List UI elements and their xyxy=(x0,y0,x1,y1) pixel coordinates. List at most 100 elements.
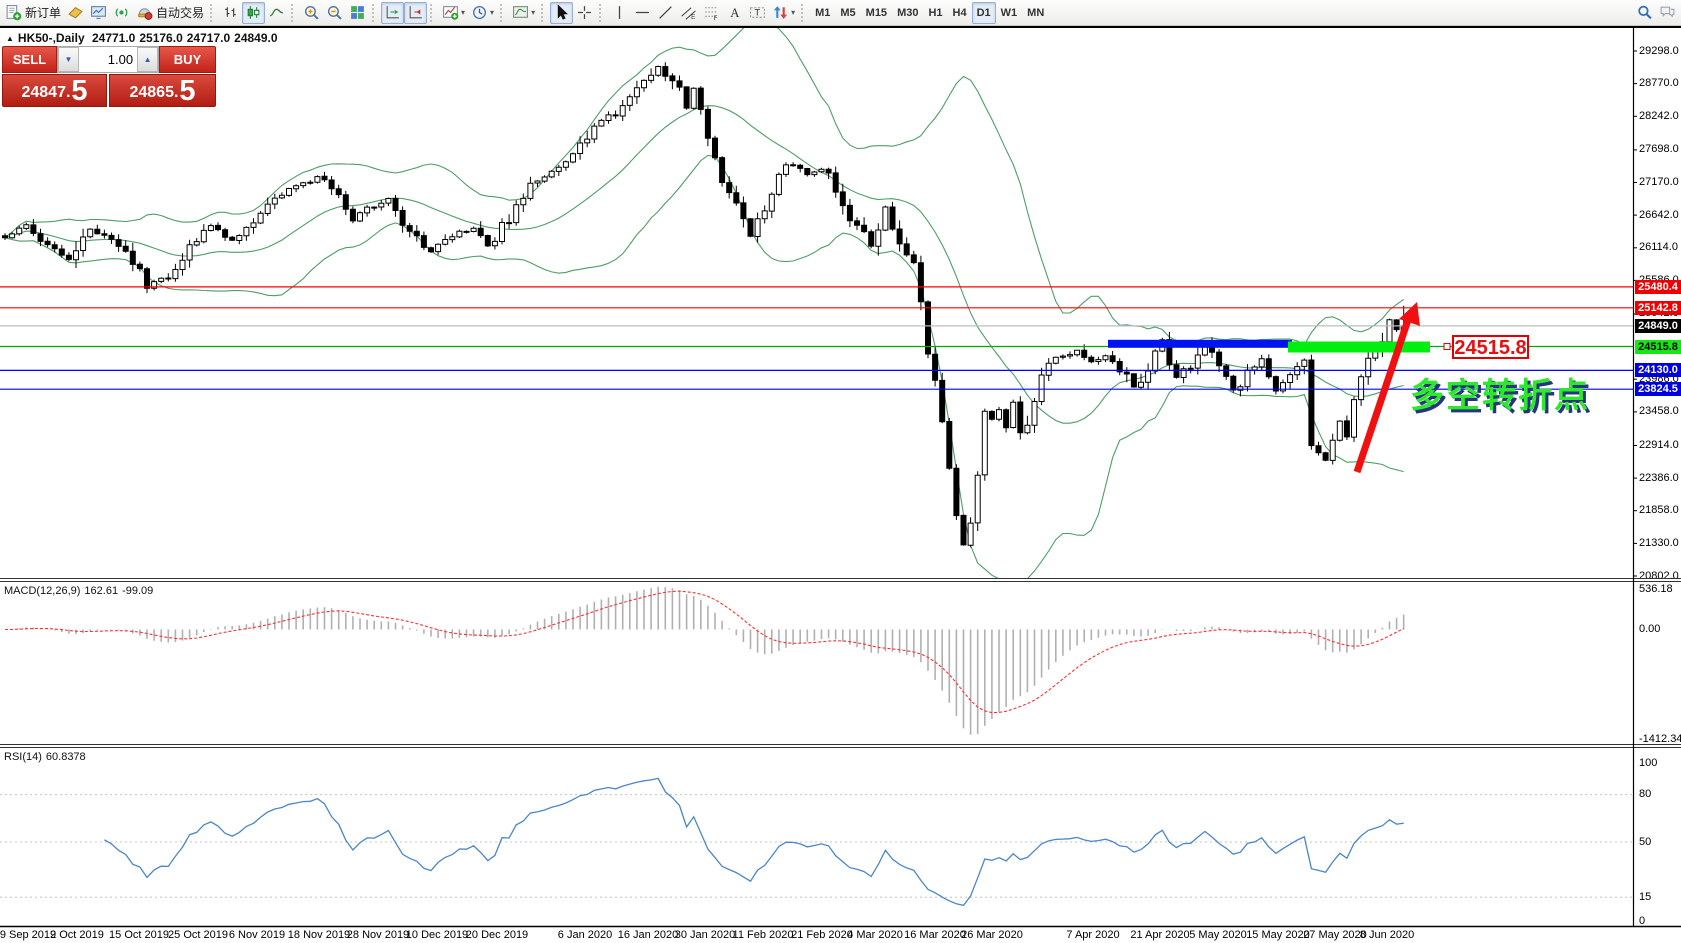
timeframe-button-m5[interactable]: M5 xyxy=(835,2,860,24)
text-button[interactable]: A xyxy=(723,2,746,24)
toolbar-separator xyxy=(372,3,377,22)
price-tag-label[interactable]: 24515.8 xyxy=(1452,335,1529,359)
line-chart-icon xyxy=(268,4,285,21)
trendline-icon xyxy=(657,4,674,21)
volume-decrease-button[interactable]: ▼ xyxy=(57,47,79,72)
shapes-button[interactable]: ▾ xyxy=(769,2,798,24)
toolbar-separator xyxy=(291,3,296,22)
search-button[interactable] xyxy=(1633,2,1656,24)
candlestick-chart-button[interactable] xyxy=(242,1,266,24)
sell-price-button[interactable]: 24847. 5 xyxy=(2,74,108,107)
signals-button[interactable] xyxy=(110,2,133,24)
horizontal-line-button[interactable] xyxy=(631,2,654,24)
dropdown-arrow-icon[interactable]: ▾ xyxy=(531,8,535,17)
dropdown-arrow-icon[interactable]: ▾ xyxy=(791,8,795,17)
fibonacci-button[interactable]: F xyxy=(700,2,723,24)
turning-point-annotation[interactable]: 多空转折点 xyxy=(1410,368,1590,417)
chart-window-icon xyxy=(67,4,84,21)
symbol-dropdown-icon[interactable]: ▲ xyxy=(6,34,14,43)
crosshair-button[interactable] xyxy=(573,2,596,24)
rsi-indicator-label: RSI(14) 60.8378 xyxy=(4,751,86,763)
timeframe-button-m15[interactable]: M15 xyxy=(861,2,892,24)
indicators-button[interactable]: ▾ xyxy=(439,2,468,24)
market-watch-button[interactable] xyxy=(87,2,110,24)
timeframe-button-h1[interactable]: H1 xyxy=(923,2,947,24)
chart-window-button[interactable] xyxy=(64,2,87,24)
timeframe-button-w1[interactable]: W1 xyxy=(996,2,1023,24)
zoom-out-button[interactable] xyxy=(323,2,346,24)
toolbar-separator xyxy=(430,3,435,22)
vertical-line-icon xyxy=(611,4,628,21)
buy-button[interactable]: BUY xyxy=(159,46,216,73)
sell-button[interactable]: SELL xyxy=(2,46,57,73)
trendline-button[interactable] xyxy=(654,2,677,24)
timeframe-button-d1[interactable]: D1 xyxy=(971,1,996,24)
signals-icon xyxy=(113,4,130,21)
periods-button[interactable]: ▾ xyxy=(468,2,497,24)
macd-current-value: 162.61 xyxy=(84,585,119,597)
svg-text:F: F xyxy=(714,15,718,21)
bar-chart-icon xyxy=(222,4,239,21)
timeframe-button-h4[interactable]: H4 xyxy=(948,2,972,24)
vertical-line-button[interactable] xyxy=(608,2,631,24)
macd-histogram xyxy=(11,586,1405,735)
auto-scroll-button[interactable] xyxy=(381,1,405,24)
templates-button[interactable]: ▾ xyxy=(509,2,538,24)
trend-arrow-head[interactable] xyxy=(1399,302,1420,326)
line-chart-button[interactable] xyxy=(265,2,288,24)
timeframe-button-m30[interactable]: M30 xyxy=(892,2,923,24)
horizontal-line-icon xyxy=(634,4,651,21)
chart-shift-icon xyxy=(407,4,424,21)
zoom-out-icon xyxy=(326,4,343,21)
symbol-period-label: HK50-,Daily xyxy=(17,31,85,45)
channel-button[interactable]: E xyxy=(677,2,700,24)
bear-candles xyxy=(2,66,1400,546)
fibonacci-icon: F xyxy=(703,4,720,21)
support-bar-green[interactable] xyxy=(1288,341,1430,353)
price-tag-anchor[interactable] xyxy=(1443,343,1451,350)
candle-wicks xyxy=(4,62,1405,548)
toolbar-separator xyxy=(801,3,806,22)
tile-windows-icon xyxy=(349,4,366,21)
new-order-button[interactable]: 新订单 xyxy=(2,2,64,24)
current-price-label: 24849.0 xyxy=(1635,318,1681,333)
text-icon: A xyxy=(726,4,743,21)
rsi-current-value: 60.8378 xyxy=(45,751,86,763)
shapes-icon xyxy=(772,4,789,21)
ohlc-low: 24717.0 xyxy=(186,31,231,45)
ohlc-open: 24771.0 xyxy=(91,31,136,45)
macd-current-signal: -99.09 xyxy=(122,585,154,597)
indicators-icon xyxy=(442,4,459,21)
ohlc-close: 24849.0 xyxy=(234,31,278,45)
zoom-in-button[interactable] xyxy=(300,2,323,24)
volume-input[interactable] xyxy=(78,47,138,72)
dropdown-arrow-icon[interactable]: ▾ xyxy=(490,8,494,17)
buy-price-button[interactable]: 24865. 5 xyxy=(109,74,216,107)
one-click-trade-panel: SELL ▼ ▲ BUY 24847.5 24865.5 xyxy=(2,46,216,107)
rsi-pane xyxy=(0,777,1633,907)
sell-price-main: 24847. xyxy=(21,84,71,101)
auto-trading-icon xyxy=(136,4,153,21)
trend-arrow-line[interactable] xyxy=(1353,315,1413,474)
bar-chart-button[interactable] xyxy=(219,2,242,24)
toolbar-separator xyxy=(210,3,215,22)
cursor-button[interactable] xyxy=(550,1,574,24)
chat-button[interactable] xyxy=(1656,2,1679,24)
toolbar: 新订单 自动交易 ▾ ▾ ▾ E F A T ▾ M1 M5 M15 M30 H1 H4 D1 W1 MN xyxy=(0,0,1681,26)
support-bar-blue[interactable] xyxy=(1108,339,1292,348)
label-button[interactable]: T xyxy=(746,2,769,24)
chart-shift-button[interactable] xyxy=(404,1,428,24)
level-price-label: 24130.0 xyxy=(1635,363,1681,378)
timeframe-button-m1[interactable]: M1 xyxy=(810,2,835,24)
timeframe-button-mn[interactable]: MN xyxy=(1022,2,1049,24)
auto-trading-button[interactable]: 自动交易 xyxy=(133,2,207,24)
chart-title: ▲ HK50-,Daily 24771.0 25176.0 24717.0 24849.… xyxy=(6,31,282,45)
dropdown-arrow-icon[interactable]: ▾ xyxy=(461,8,465,17)
new-order-icon xyxy=(5,4,22,21)
volume-increase-button[interactable]: ▲ xyxy=(137,47,159,72)
level-price-label: 25480.4 xyxy=(1635,279,1681,294)
search-icon xyxy=(1636,4,1653,21)
chat-icon xyxy=(1659,4,1676,21)
cursor-icon xyxy=(553,4,570,21)
tile-windows-button[interactable] xyxy=(346,2,369,24)
